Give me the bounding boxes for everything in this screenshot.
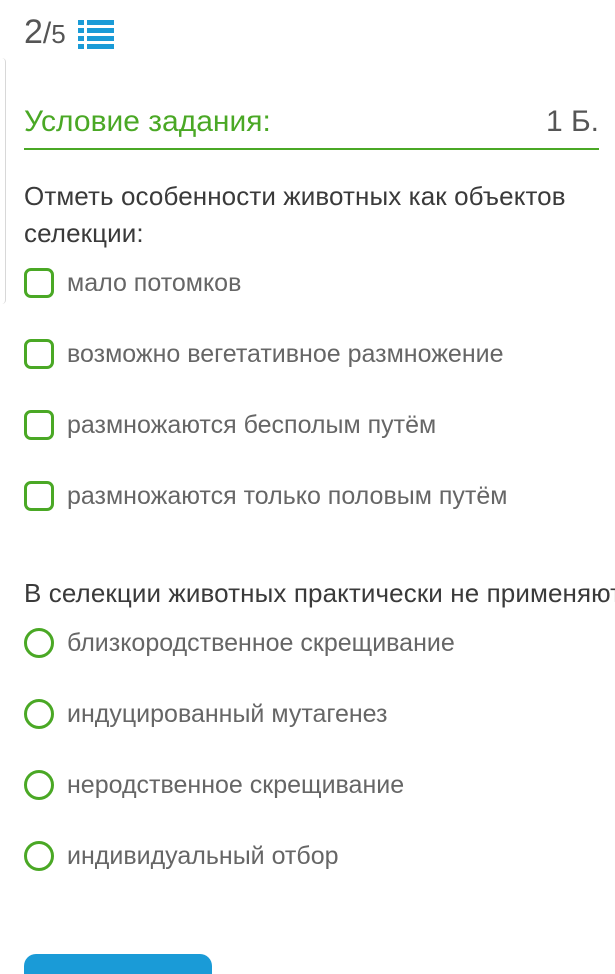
question-2-text: В селекции животных практически не приме… — [24, 578, 615, 608]
radio-button[interactable] — [24, 699, 54, 729]
q2-option-4[interactable]: индивидуальный отбор — [24, 836, 339, 876]
q2-option-2[interactable]: индуцированный мутагенез — [24, 694, 387, 734]
q2-option-1[interactable]: близкородственное скрещивание — [24, 623, 455, 663]
radio-button[interactable] — [24, 770, 54, 800]
q1-option-4[interactable]: размножаются только половым путём — [24, 476, 507, 516]
option-label: возможно вегетативное размножение — [67, 339, 504, 368]
task-condition-header: Условие задания: 1 Б. — [24, 96, 599, 150]
progress-total: 5 — [51, 18, 66, 49]
side-panel-edge — [0, 58, 6, 304]
checkbox[interactable] — [24, 410, 54, 440]
option-label: неродственное скрещивание — [67, 770, 405, 799]
option-label: размножаются только половым путём — [67, 481, 508, 510]
q1-option-3[interactable]: размножаются бесполым путём — [24, 405, 436, 445]
list-icon[interactable] — [77, 19, 114, 49]
option-label: индуцированный мутагенез — [67, 699, 388, 728]
submit-button[interactable] — [24, 954, 212, 974]
checkbox[interactable] — [24, 268, 54, 298]
q1-option-2[interactable]: возможно вегетативное размножение — [24, 334, 504, 374]
condition-title: Условие задания: — [24, 105, 271, 138]
task-points: 1 Б. — [545, 105, 599, 138]
q2-option-3[interactable]: неродственное скрещивание — [24, 765, 404, 805]
radio-button[interactable] — [24, 841, 54, 871]
option-label: близкородственное скрещивание — [67, 628, 455, 657]
checkbox[interactable] — [24, 339, 54, 369]
progress-current: 2 — [24, 12, 43, 51]
task-header: 2 / 5 — [24, 10, 114, 54]
radio-button[interactable] — [24, 628, 54, 658]
option-label: размножаются бесполым путём — [67, 410, 437, 439]
question-1-text: Отметь особенности животных как объектов… — [24, 181, 566, 248]
progress-separator: / — [42, 16, 52, 50]
task-progress-counter: 2 / 5 — [24, 13, 66, 52]
checkbox[interactable] — [24, 481, 54, 511]
q1-option-1[interactable]: мало потомков — [24, 263, 241, 303]
option-label: индивидуальный отбор — [67, 841, 339, 870]
option-label: мало потомков — [67, 268, 242, 297]
